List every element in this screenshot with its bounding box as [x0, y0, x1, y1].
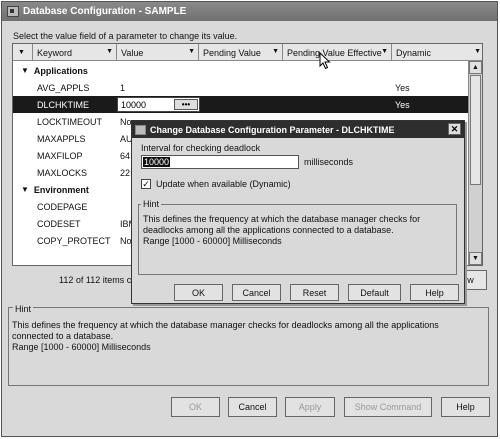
unit-label: milliseconds	[304, 157, 354, 167]
dialog-hint-range: Range [1000 - 60000] Milliseconds	[143, 236, 282, 246]
chevron-down-icon: ▼	[18, 49, 25, 56]
table-row[interactable]: AVG_APPLS 1 Yes	[13, 79, 468, 96]
dialog-hint-description: This defines the frequency at which the …	[143, 214, 421, 235]
dialog-title: Change Database Configuration Parameter …	[150, 124, 395, 135]
update-dynamic-checkbox[interactable]: ✓	[141, 179, 151, 189]
column-label: Pending Value Effective	[287, 47, 382, 58]
group-row-applications[interactable]: ▼ Applications	[13, 62, 468, 79]
column-header-pending-effective[interactable]: Pending Value Effective ▼	[283, 44, 392, 61]
item-count: 112 of 112 items c	[59, 275, 132, 285]
close-icon[interactable]: ✕	[448, 123, 461, 135]
scroll-thumb[interactable]	[470, 75, 481, 185]
value-edit-field[interactable]: 10000 •••	[117, 97, 200, 112]
column-header-value[interactable]: Value ▼	[117, 44, 199, 61]
update-dynamic-label[interactable]: Update when available (Dynamic)	[156, 179, 291, 189]
collapse-triangle-icon[interactable]: ▼	[21, 66, 29, 75]
show-command-button[interactable]: Show Command	[344, 397, 432, 417]
column-label: Dynamic	[396, 47, 432, 58]
keyword-cell: COPY_PROTECT	[37, 235, 111, 246]
column-menu-button[interactable]: ▼	[13, 44, 33, 61]
window-title: Database Configuration - SAMPLE	[23, 6, 187, 17]
column-header-dynamic[interactable]: Dynamic ▼	[392, 44, 484, 61]
value-cell[interactable]: 64	[120, 147, 130, 164]
value-cell[interactable]: No	[120, 232, 132, 249]
column-label: Value	[121, 47, 144, 58]
value-cell[interactable]: 22	[120, 164, 130, 181]
help-button[interactable]: Help	[441, 397, 490, 417]
keyword-cell: AVG_APPLS	[37, 82, 90, 93]
interval-input[interactable]: 10000	[141, 155, 299, 169]
keyword-cell: MAXAPPLS	[37, 133, 86, 144]
mouse-pointer-icon	[319, 52, 331, 70]
change-parameter-dialog: Change Database Configuration Parameter …	[131, 120, 465, 304]
dialog-hint-text: This defines the frequency at which the …	[143, 214, 448, 247]
column-label: Pending Value	[203, 47, 261, 58]
sort-icon: ▼	[106, 48, 113, 55]
dialog-cancel-button[interactable]: Cancel	[232, 284, 281, 301]
value-cell[interactable]: 1	[120, 79, 125, 96]
app-icon	[7, 6, 19, 17]
scroll-up-arrow-icon[interactable]: ▲	[469, 61, 482, 74]
keyword-cell: MAXFILOP	[37, 150, 83, 161]
dialog-app-icon	[135, 124, 146, 135]
keyword-cell: CODEPAGE	[37, 201, 88, 212]
sort-icon: ▼	[272, 48, 279, 55]
dialog-hint-legend: Hint	[141, 199, 162, 209]
group-label: Applications	[33, 65, 88, 76]
keyword-cell: MAXLOCKS	[37, 167, 88, 178]
value-edit-text: 10000	[121, 99, 147, 110]
dialog-default-button[interactable]: Default	[348, 284, 401, 301]
dialog-help-button[interactable]: Help	[410, 284, 459, 301]
table-row-selected[interactable]: DLCHKTIME 10000 ••• Yes	[13, 96, 468, 113]
collapse-triangle-icon[interactable]: ▼	[21, 185, 29, 194]
hint-legend: Hint	[13, 304, 34, 314]
interval-label: Interval for checking deadlock	[141, 143, 261, 153]
table-header: ▼ Keyword ▼ Value ▼ Pending Value ▼ Pending…	[13, 44, 482, 61]
sort-icon: ▼	[188, 48, 195, 55]
group-label: Environment	[33, 184, 89, 195]
dialog-reset-button[interactable]: Reset	[290, 284, 339, 301]
dialog-ok-button[interactable]: OK	[174, 284, 223, 301]
scroll-down-arrow-icon[interactable]: ▼	[469, 252, 482, 265]
dynamic-cell: Yes	[395, 82, 410, 93]
column-label: Keyword	[37, 47, 73, 58]
cancel-button[interactable]: Cancel	[228, 397, 277, 417]
window-titlebar[interactable]: Database Configuration - SAMPLE	[2, 2, 497, 21]
dialog-titlebar[interactable]: Change Database Configuration Parameter …	[132, 121, 464, 138]
hint-description: This defines the frequency at which the …	[12, 320, 439, 341]
interval-input-value: 10000	[143, 157, 171, 167]
apply-button[interactable]: Apply	[285, 397, 335, 417]
keyword-cell: LOCKTIMEOUT	[37, 116, 103, 127]
ok-button[interactable]: OK	[171, 397, 220, 417]
value-cell[interactable]: No	[120, 113, 132, 130]
ellipsis-button[interactable]: •••	[174, 99, 198, 110]
sort-icon: ▼	[474, 48, 481, 55]
column-header-pending-value[interactable]: Pending Value ▼	[199, 44, 283, 61]
hint-text: This defines the frequency at which the …	[12, 320, 482, 353]
vertical-scrollbar[interactable]: ▲ ▼	[468, 61, 482, 265]
sort-icon: ▼	[381, 48, 388, 55]
hint-range: Range [1000 - 60000] Milliseconds	[12, 342, 151, 352]
dynamic-cell: Yes	[395, 99, 410, 110]
column-header-keyword[interactable]: Keyword ▼	[33, 44, 117, 61]
instruction-text: Select the value field of a parameter to…	[13, 31, 238, 41]
keyword-cell: DLCHKTIME	[37, 99, 90, 110]
keyword-cell: CODESET	[37, 218, 81, 229]
